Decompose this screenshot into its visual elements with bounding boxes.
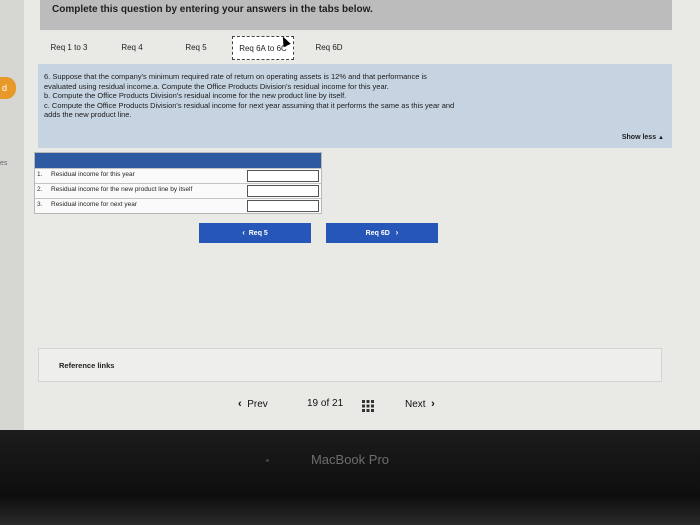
next-req-button[interactable]: Req 6D › — [326, 223, 438, 243]
question-line: adds the new product line. — [44, 110, 132, 119]
question-panel: 6. Suppose that the company's minimum re… — [38, 64, 672, 148]
question-line: c. Compute the Office Products Division'… — [44, 100, 455, 110]
next-req-label: Req 6D — [365, 230, 390, 237]
laptop-bezel — [0, 430, 700, 525]
chevron-right-icon: › — [395, 228, 399, 237]
question-line: evaluated using residual income.a. Compu… — [44, 81, 389, 91]
table-row: 1. Residual income for this year — [35, 168, 321, 182]
chevron-right-icon: › — [431, 398, 435, 410]
current-page: 19 — [307, 398, 319, 409]
question-line: 6. Suppose that the company's minimum re… — [44, 72, 427, 81]
caret-up-icon: ▲ — [658, 135, 664, 141]
tab-req-4[interactable]: Req 4 — [104, 36, 160, 60]
prev-page-button[interactable]: ‹ Prev — [238, 398, 268, 410]
residual-income-this-year-input[interactable] — [247, 170, 319, 182]
device-brand-label: MacBook Pro — [310, 452, 390, 467]
prev-req-button[interactable]: ‹ Req 5 — [199, 223, 311, 243]
question-line: b. Compute the Office Products Division'… — [44, 91, 347, 100]
tab-req-1-to-3[interactable]: Req 1 to 3 — [40, 36, 98, 60]
side-text-fragment: es — [0, 160, 8, 167]
reference-links-panel[interactable]: Reference links — [38, 348, 662, 382]
residual-income-new-line-input[interactable] — [247, 185, 319, 197]
question-text: 6. Suppose that the company's minimum re… — [44, 72, 604, 120]
instruction-text: Complete this question by entering your … — [52, 4, 373, 15]
grid-icon[interactable] — [362, 400, 374, 412]
table-row: 2. Residual income for the new product l… — [35, 183, 321, 197]
answer-table: 1. Residual income for this year 2. Resi… — [34, 152, 322, 214]
reference-links-label: Reference links — [59, 361, 115, 370]
row-number: 1. — [37, 171, 43, 178]
show-less-label: Show less — [621, 134, 657, 141]
chevron-left-icon: ‹ — [238, 398, 242, 410]
tab-req-5[interactable]: Req 5 — [168, 36, 224, 60]
page-of: of — [320, 398, 330, 409]
table-header — [35, 153, 321, 168]
table-row: 3. Residual income for next year — [35, 198, 321, 212]
chevron-left-icon: ‹ — [242, 228, 245, 237]
left-sidebar-edge — [0, 0, 24, 430]
prev-req-label: Req 5 — [248, 230, 268, 237]
browser-screen: d es Complete this question by entering … — [0, 0, 700, 430]
prev-page-label: Prev — [247, 399, 268, 410]
show-less-link[interactable]: Show less ▲ — [622, 134, 664, 141]
row-label: Residual income for the new product line… — [51, 186, 193, 193]
page-indicator: 19 of 21 — [307, 398, 343, 409]
tab-bar: Req 1 to 3 Req 4 Req 5 Req 6A to 6C Req … — [40, 36, 360, 60]
next-page-label: Next — [405, 399, 426, 410]
row-label: Residual income for next year — [51, 201, 137, 208]
total-pages: 21 — [332, 398, 344, 409]
instruction-banner: Complete this question by entering your … — [40, 0, 672, 30]
residual-income-next-year-input[interactable] — [247, 200, 319, 212]
row-number: 2. — [37, 186, 43, 193]
next-page-button[interactable]: Next › — [405, 398, 435, 410]
row-label: Residual income for this year — [51, 171, 135, 178]
row-number: 3. — [37, 201, 43, 208]
tab-req-6d[interactable]: Req 6D — [302, 36, 356, 60]
